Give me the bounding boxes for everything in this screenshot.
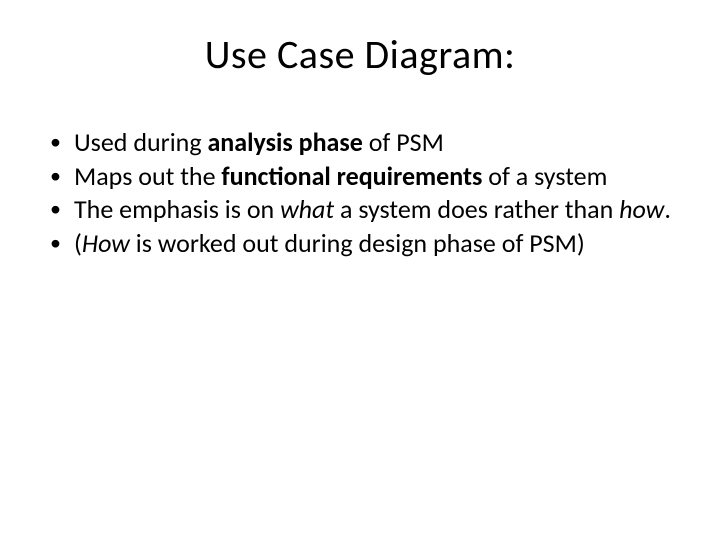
italic-text: How	[82, 227, 130, 259]
slide: Use Case Diagram: Used during analysis p…	[0, 0, 720, 540]
text: a system does rather than	[334, 193, 619, 225]
bold-text: analysis phase	[207, 126, 362, 158]
italic-text: how	[619, 193, 664, 225]
list-item: (How is worked out during design phase o…	[46, 228, 680, 260]
italic-text: what	[280, 193, 334, 225]
text: Used during	[74, 126, 207, 158]
bold-text: functional requirements	[221, 160, 482, 192]
text: (	[74, 227, 82, 259]
text: The emphasis is on	[74, 193, 280, 225]
bullet-list: Used during analysis phase of PSM Maps o…	[46, 127, 680, 260]
text: of a system	[482, 160, 607, 192]
text: .	[664, 193, 671, 225]
list-item: Used during analysis phase of PSM	[46, 127, 680, 159]
text: Maps out the	[74, 160, 221, 192]
slide-title: Use Case Diagram:	[40, 30, 680, 79]
list-item: The emphasis is on what a system does ra…	[46, 194, 680, 226]
text: of PSM	[363, 126, 444, 158]
list-item: Maps out the functional requirements of …	[46, 161, 680, 193]
text: is worked out during design phase of PSM…	[130, 227, 585, 259]
